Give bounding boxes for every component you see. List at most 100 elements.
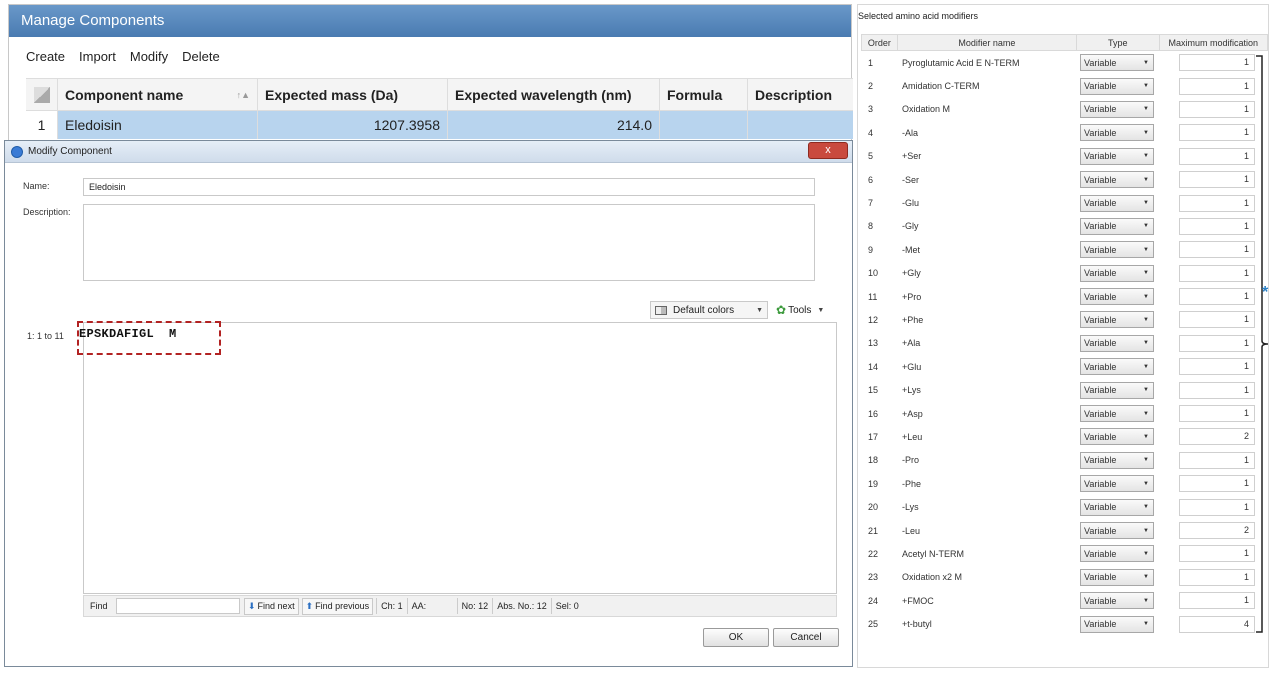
type-select[interactable]: Variable ▼ xyxy=(1080,358,1154,376)
description-field[interactable] xyxy=(83,204,815,281)
table-row[interactable]: 23 Oxidation x2 M Variable ▼ 1 xyxy=(861,566,1268,589)
type-select[interactable]: Variable ▼ xyxy=(1080,264,1154,282)
table-row[interactable]: 5 +Ser Variable ▼ 1 xyxy=(861,145,1268,168)
type-select[interactable]: Variable ▼ xyxy=(1080,171,1154,189)
max-modification-field[interactable]: 1 xyxy=(1179,592,1255,610)
max-modification-field[interactable]: 1 xyxy=(1179,381,1255,399)
max-modification-field[interactable]: 1 xyxy=(1179,100,1255,118)
find-input[interactable] xyxy=(116,598,240,614)
max-modification-field[interactable]: 2 xyxy=(1179,522,1255,539)
max-modification-field[interactable]: 1 xyxy=(1179,124,1255,142)
table-row[interactable]: 19 -Phe Variable ▼ 1 xyxy=(861,472,1268,495)
column-modifier-name[interactable]: Modifier name xyxy=(898,35,1077,50)
type-select[interactable]: Variable ▼ xyxy=(1080,498,1154,516)
column-expected-mass[interactable]: Expected mass (Da) xyxy=(258,79,448,110)
find-previous-button[interactable]: ⬆ Find previous xyxy=(301,597,374,615)
type-select[interactable]: Variable ▼ xyxy=(1080,77,1154,95)
type-select[interactable]: Variable ▼ xyxy=(1080,217,1154,235)
type-select[interactable]: Variable ▼ xyxy=(1080,311,1154,329)
max-modification-field[interactable]: 1 xyxy=(1179,147,1255,165)
table-row[interactable]: 6 -Ser Variable ▼ 1 xyxy=(861,168,1268,191)
column-type[interactable]: Type xyxy=(1077,35,1160,50)
table-row[interactable]: 8 -Gly Variable ▼ 1 xyxy=(861,215,1268,238)
table-row[interactable]: 15 +Lys Variable ▼ 1 xyxy=(861,378,1268,401)
max-modification-field[interactable]: 1 xyxy=(1179,311,1255,329)
max-modification-field[interactable]: 1 xyxy=(1179,288,1255,306)
type-select[interactable]: Variable ▼ xyxy=(1080,194,1154,212)
max-modification-field[interactable]: 1 xyxy=(1179,475,1255,493)
menu-delete[interactable]: Delete xyxy=(182,49,220,64)
select-all-cell[interactable] xyxy=(26,79,58,110)
tools-dropdown[interactable]: ✿ Tools ▼ xyxy=(772,301,828,319)
type-select[interactable]: Variable ▼ xyxy=(1080,147,1154,165)
table-row[interactable]: 14 +Glu Variable ▼ 1 xyxy=(861,355,1268,378)
max-modification-field[interactable]: 1 xyxy=(1179,241,1255,259)
close-button[interactable]: x xyxy=(808,142,848,159)
type-select[interactable]: Variable ▼ xyxy=(1080,54,1154,72)
table-row[interactable]: 24 +FMOC Variable ▼ 1 xyxy=(861,589,1268,612)
column-formula[interactable]: Formula xyxy=(660,79,748,110)
type-select[interactable]: Variable ▼ xyxy=(1080,475,1154,493)
max-modification-field[interactable]: 1 xyxy=(1179,498,1255,516)
table-row[interactable]: 4 -Ala Variable ▼ 1 xyxy=(861,121,1268,144)
table-row[interactable]: 12 +Phe Variable ▼ 1 xyxy=(861,308,1268,331)
table-row[interactable]: 20 -Lys Variable ▼ 1 xyxy=(861,495,1268,518)
table-row[interactable]: 10 +Gly Variable ▼ 1 xyxy=(861,262,1268,285)
column-component-name[interactable]: Component name ↑▲ xyxy=(58,79,258,110)
type-select[interactable]: Variable ▼ xyxy=(1080,545,1154,563)
type-select[interactable]: Variable ▼ xyxy=(1080,615,1154,633)
max-modification-field[interactable]: 1 xyxy=(1179,545,1255,563)
table-row[interactable]: 13 +Ala Variable ▼ 1 xyxy=(861,332,1268,355)
table-row[interactable]: 25 +t-butyl Variable ▼ 4 xyxy=(861,612,1268,635)
table-row[interactable]: 18 -Pro Variable ▼ 1 xyxy=(861,449,1268,472)
max-modification-field[interactable]: 1 xyxy=(1179,264,1255,282)
type-select[interactable]: Variable ▼ xyxy=(1080,241,1154,259)
max-modification-field[interactable]: 2 xyxy=(1179,428,1255,446)
type-select[interactable]: Variable ▼ xyxy=(1080,568,1154,586)
type-select[interactable]: Variable ▼ xyxy=(1080,100,1154,118)
sequence-editor[interactable] xyxy=(83,322,837,594)
table-row[interactable]: 17 +Leu Variable ▼ 2 xyxy=(861,425,1268,448)
type-select[interactable]: Variable ▼ xyxy=(1080,451,1154,469)
table-row[interactable]: 1 Eledoisin 1207.3958 214.0 xyxy=(26,111,853,139)
cancel-button[interactable]: Cancel xyxy=(773,628,839,647)
type-select[interactable]: Variable ▼ xyxy=(1080,124,1154,142)
type-select[interactable]: Variable ▼ xyxy=(1080,334,1154,352)
max-modification-field[interactable]: 1 xyxy=(1179,405,1255,423)
table-row[interactable]: 2 Amidation C-TERM Variable ▼ 1 xyxy=(861,74,1268,97)
max-modification-field[interactable]: 1 xyxy=(1179,451,1255,469)
name-field[interactable]: Eledoisin xyxy=(83,178,815,196)
max-modification-field[interactable]: 1 xyxy=(1179,334,1255,352)
table-row[interactable]: 3 Oxidation M Variable ▼ 1 xyxy=(861,98,1268,121)
max-modification-field[interactable]: 1 xyxy=(1179,54,1255,72)
default-colors-dropdown[interactable]: Default colors ▼ xyxy=(650,301,768,319)
table-row[interactable]: 11 +Pro Variable ▼ 1 xyxy=(861,285,1268,308)
max-modification-field[interactable]: 1 xyxy=(1179,568,1255,586)
menu-import[interactable]: Import xyxy=(79,49,116,64)
column-order[interactable]: Order xyxy=(862,35,898,50)
column-expected-wavelength[interactable]: Expected wavelength (nm) xyxy=(448,79,660,110)
menu-create[interactable]: Create xyxy=(26,49,65,64)
table-row[interactable]: 7 -Glu Variable ▼ 1 xyxy=(861,191,1268,214)
menu-modify[interactable]: Modify xyxy=(130,49,168,64)
type-select[interactable]: Variable ▼ xyxy=(1080,381,1154,399)
max-modification-field[interactable]: 1 xyxy=(1179,77,1255,95)
table-row[interactable]: 1 Pyroglutamic Acid E N-TERM Variable ▼ 1 xyxy=(861,51,1268,74)
max-modification-field[interactable]: 1 xyxy=(1179,217,1255,235)
column-maximum-modification[interactable]: Maximum modification xyxy=(1160,35,1267,50)
table-row[interactable]: 16 +Asp Variable ▼ 1 xyxy=(861,402,1268,425)
type-select[interactable]: Variable ▼ xyxy=(1080,592,1154,610)
max-modification-field[interactable]: 1 xyxy=(1179,194,1255,212)
table-row[interactable]: 9 -Met Variable ▼ 1 xyxy=(861,238,1268,261)
column-description[interactable]: Description xyxy=(748,79,853,110)
type-select[interactable]: Variable ▼ xyxy=(1080,288,1154,306)
table-row[interactable]: 22 Acetyl N-TERM Variable ▼ 1 xyxy=(861,542,1268,565)
max-modification-field[interactable]: 4 xyxy=(1179,615,1255,633)
find-next-button[interactable]: ⬇ Find next xyxy=(244,597,299,615)
table-row[interactable]: 21 -Leu Variable ▼ 2 xyxy=(861,519,1268,542)
type-select[interactable]: Variable ▼ xyxy=(1080,428,1154,446)
type-select[interactable]: Variable ▼ xyxy=(1080,405,1154,423)
max-modification-field[interactable]: 1 xyxy=(1179,171,1255,189)
type-select[interactable]: Variable ▼ xyxy=(1080,522,1154,539)
ok-button[interactable]: OK xyxy=(703,628,769,647)
